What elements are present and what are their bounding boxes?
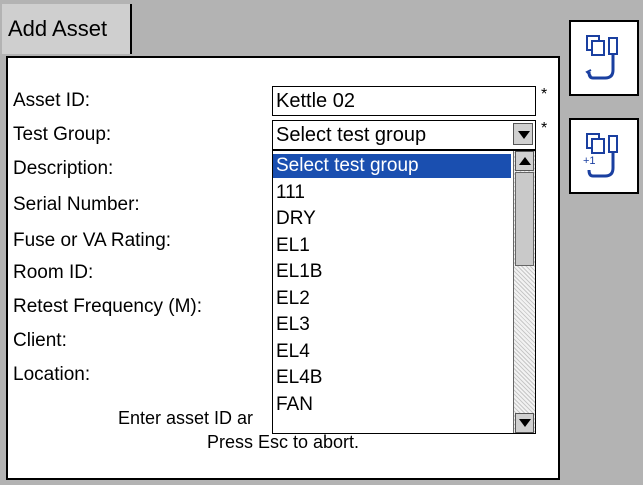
asset-id-required-marker: * [541,86,548,103]
add-asset-form: Asset ID: Kettle 02 * Test Group: Select… [6,56,560,480]
scrollbar-thumb[interactable] [515,172,534,266]
test-group-dropdown-list[interactable]: Select test group 111 DRY EL1 EL1B EL2 EL3 EL4 E… [272,150,536,434]
fuse-rating-label: Fuse or VA Rating: [13,230,172,251]
asset-id-label: Asset ID: [13,90,91,111]
copy-asset-increment-button[interactable]: +1 [569,118,639,194]
retest-frequency-label: Retest Frequency (M): [13,296,202,317]
dropdown-option[interactable]: EL2 [273,287,511,311]
tab-label: Add Asset [8,16,108,41]
location-label: Location: [13,364,91,385]
copy-asset-icon [585,35,618,80]
test-group-required-marker: * [541,120,548,137]
test-group-value: Select test group [276,124,427,146]
serial-number-label: Serial Number: [13,194,140,215]
chevron-down-icon[interactable] [513,123,533,145]
dropdown-option[interactable]: 111 [273,181,511,205]
instruction-line-1: Enter asset ID ar [118,408,254,428]
dropdown-option[interactable]: Select test group [273,154,511,178]
test-group-select[interactable]: Select test group [272,120,536,150]
asset-id-input[interactable]: Kettle 02 [272,86,536,116]
instruction-line-2: Press Esc to abort. [206,432,360,452]
scroll-up-icon[interactable] [515,151,534,171]
scroll-down-icon[interactable] [515,413,534,433]
copy-asset-increment-icon: +1 [583,133,618,178]
copy-asset-button[interactable] [569,20,639,96]
dropdown-option[interactable]: EL1B [273,260,511,284]
tab-add-asset[interactable]: Add Asset [2,4,132,54]
svg-text:+1: +1 [583,155,596,167]
dropdown-option[interactable]: EL1 [273,234,511,258]
dropdown-option[interactable]: EL4B [273,366,511,390]
test-group-label: Test Group: [13,124,112,145]
room-id-label: Room ID: [13,262,94,283]
dropdown-option[interactable]: FAN [273,393,511,417]
dropdown-option[interactable]: DRY [273,207,511,231]
dropdown-scrollbar[interactable] [513,151,535,433]
description-label: Description: [13,158,114,179]
dropdown-option[interactable]: EL4 [273,340,511,364]
dropdown-option[interactable]: EL3 [273,313,511,337]
client-label: Client: [13,330,67,351]
